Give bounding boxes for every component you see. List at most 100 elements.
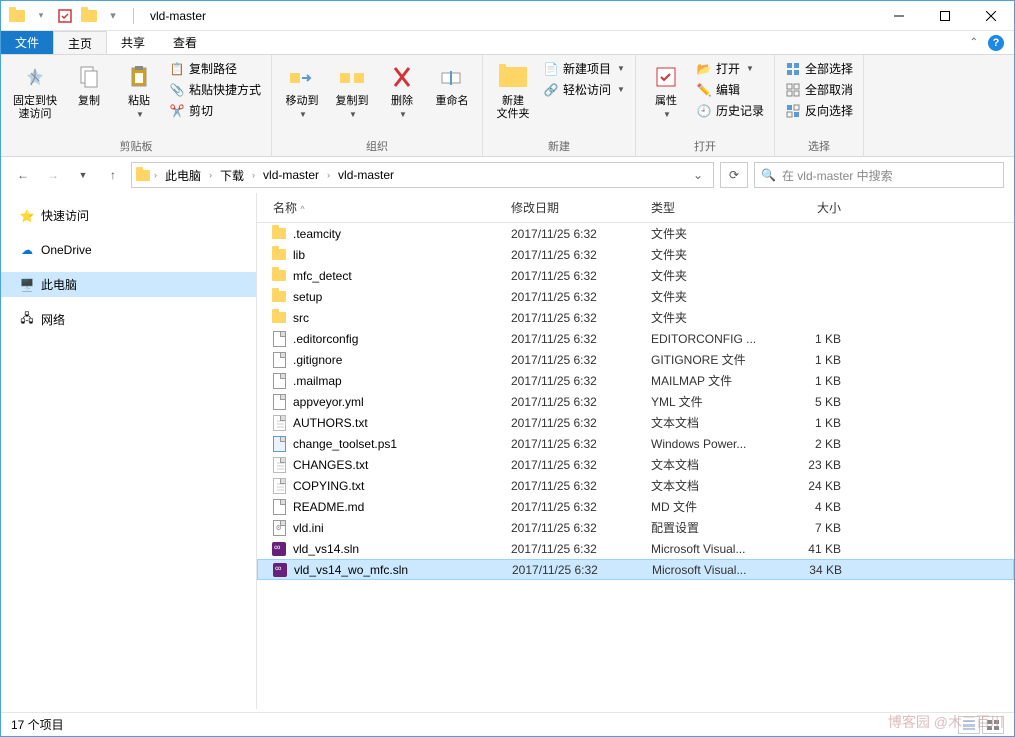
file-row[interactable]: .gitignore2017/11/25 6:32GITIGNORE 文件1 K… — [257, 349, 1014, 370]
file-name: lib — [293, 248, 511, 262]
nav-quick-access[interactable]: ⭐快速访问 — [1, 203, 256, 228]
file-icon — [271, 457, 287, 473]
file-date: 2017/11/25 6:32 — [511, 521, 651, 535]
close-button[interactable] — [968, 1, 1014, 31]
delete-icon — [386, 61, 418, 93]
tab-file[interactable]: 文件 — [1, 31, 53, 54]
col-date[interactable]: 修改日期 — [511, 199, 651, 216]
file-icon — [271, 310, 287, 326]
copy-button[interactable]: 复制 — [67, 59, 111, 110]
cut-button[interactable]: ✂️剪切 — [167, 101, 263, 120]
file-row[interactable]: .teamcity2017/11/25 6:32文件夹 — [257, 223, 1014, 244]
file-row[interactable]: vld_vs14_wo_mfc.sln2017/11/25 6:32Micros… — [257, 559, 1014, 580]
properties-icon[interactable] — [57, 8, 73, 24]
file-row[interactable]: README.md2017/11/25 6:32MD 文件4 KB — [257, 496, 1014, 517]
select-group-label: 选择 — [783, 136, 855, 154]
file-row[interactable]: change_toolset.ps12017/11/25 6:32Windows… — [257, 433, 1014, 454]
file-row[interactable]: src2017/11/25 6:32文件夹 — [257, 307, 1014, 328]
select-all-button[interactable]: 全部选择 — [783, 59, 855, 78]
col-type[interactable]: 类型 — [651, 199, 771, 216]
crumb-0[interactable]: 此电脑 — [161, 167, 205, 184]
file-row[interactable]: lib2017/11/25 6:32文件夹 — [257, 244, 1014, 265]
delete-button[interactable]: 删除▼ — [380, 59, 424, 121]
new-item-button[interactable]: 📄新建项目▼ — [541, 59, 627, 78]
qat-folder-icon[interactable] — [81, 8, 97, 24]
history-button[interactable]: 🕘历史记录 — [694, 101, 766, 120]
tab-share[interactable]: 共享 — [107, 31, 159, 54]
file-type: Microsoft Visual... — [651, 542, 771, 556]
file-date: 2017/11/25 6:32 — [511, 500, 651, 514]
file-name: vld_vs14.sln — [293, 542, 511, 556]
folder-icon — [136, 170, 150, 181]
file-row[interactable]: appveyor.yml2017/11/25 6:32YML 文件5 KB — [257, 391, 1014, 412]
chevron-right-icon[interactable]: › — [152, 170, 159, 180]
crumb-3[interactable]: vld-master — [334, 168, 398, 182]
minimize-button[interactable] — [876, 1, 922, 31]
file-row[interactable]: CHANGES.txt2017/11/25 6:32文本文档23 KB — [257, 454, 1014, 475]
file-icon — [271, 415, 287, 431]
easy-access-button[interactable]: 🔗轻松访问▼ — [541, 80, 627, 99]
maximize-button[interactable] — [922, 1, 968, 31]
collapse-ribbon-icon[interactable]: ⌃ — [970, 37, 978, 48]
details-view-button[interactable] — [958, 716, 980, 734]
pin-button[interactable]: 固定到快 速访问 — [9, 59, 61, 123]
file-size: 23 KB — [771, 458, 861, 472]
crumb-1[interactable]: 下载 — [216, 167, 248, 184]
help-icon[interactable]: ? — [988, 35, 1004, 51]
file-date: 2017/11/25 6:32 — [511, 332, 651, 346]
invert-button[interactable]: 反向选择 — [783, 101, 855, 120]
breadcrumb[interactable]: › 此电脑 › 下载 › vld-master › vld-master ⌄ — [131, 162, 714, 188]
chevron-right-icon[interactable]: › — [207, 170, 214, 180]
back-button[interactable]: ← — [11, 163, 35, 187]
paste-button[interactable]: 粘贴▼ — [117, 59, 161, 121]
file-date: 2017/11/25 6:32 — [511, 248, 651, 262]
nav-this-pc[interactable]: 🖥️此电脑 — [1, 272, 256, 297]
nav-onedrive[interactable]: ☁OneDrive — [1, 238, 256, 262]
select-none-button[interactable]: 全部取消 — [783, 80, 855, 99]
chevron-right-icon[interactable]: › — [250, 170, 257, 180]
pc-icon: 🖥️ — [19, 277, 35, 293]
copy-path-button[interactable]: 📋复制路径 — [167, 59, 263, 78]
forward-button[interactable]: → — [41, 163, 65, 187]
file-row[interactable]: vld_vs14.sln2017/11/25 6:32Microsoft Vis… — [257, 538, 1014, 559]
open-button[interactable]: 📂打开▼ — [694, 59, 766, 78]
file-row[interactable]: mfc_detect2017/11/25 6:32文件夹 — [257, 265, 1014, 286]
qat-more-icon[interactable]: ▾ — [105, 8, 121, 24]
nav-network[interactable]: 🖧网络 — [1, 307, 256, 332]
icons-view-button[interactable] — [982, 716, 1004, 734]
file-list: .teamcity2017/11/25 6:32文件夹lib2017/11/25… — [257, 223, 1014, 709]
ribbon-help: ⌃ ? — [960, 31, 1014, 54]
file-date: 2017/11/25 6:32 — [511, 437, 651, 451]
chevron-right-icon[interactable]: › — [325, 170, 332, 180]
edit-button[interactable]: ✏️编辑 — [694, 80, 766, 99]
file-row[interactable]: .mailmap2017/11/25 6:32MAILMAP 文件1 KB — [257, 370, 1014, 391]
new-folder-button[interactable]: 新建 文件夹 — [491, 59, 535, 123]
file-row[interactable]: AUTHORS.txt2017/11/25 6:32文本文档1 KB — [257, 412, 1014, 433]
file-name: CHANGES.txt — [293, 458, 511, 472]
qat-down-icon[interactable]: ▾ — [33, 8, 49, 24]
refresh-button[interactable]: ⟳ — [720, 162, 748, 188]
quick-access-toolbar: ▾ ▾ vld-master — [1, 8, 214, 24]
file-row[interactable]: setup2017/11/25 6:32文件夹 — [257, 286, 1014, 307]
up-button[interactable]: ↑ — [101, 163, 125, 187]
search-input[interactable]: 🔍 在 vld-master 中搜索 — [754, 162, 1004, 188]
copy-to-button[interactable]: 复制到▼ — [330, 59, 374, 121]
move-to-button[interactable]: 移动到▼ — [280, 59, 324, 121]
address-dropdown-icon[interactable]: ⌄ — [687, 168, 709, 182]
file-type: EDITORCONFIG ... — [651, 332, 771, 346]
file-row[interactable]: ⚙vld.ini2017/11/25 6:32配置设置7 KB — [257, 517, 1014, 538]
crumb-2[interactable]: vld-master — [259, 168, 323, 182]
rename-button[interactable]: 重命名 — [430, 59, 474, 110]
tab-view[interactable]: 查看 — [159, 31, 211, 54]
file-size: 24 KB — [771, 479, 861, 493]
properties-button[interactable]: 属性▼ — [644, 59, 688, 121]
col-name[interactable]: 名称 ^ — [257, 199, 511, 216]
recent-dropdown[interactable]: ▼ — [71, 163, 95, 187]
file-row[interactable]: .editorconfig2017/11/25 6:32EDITORCONFIG… — [257, 328, 1014, 349]
file-row[interactable]: COPYING.txt2017/11/25 6:32文本文档24 KB — [257, 475, 1014, 496]
col-size[interactable]: 大小 — [771, 199, 861, 216]
file-type: GITIGNORE 文件 — [651, 351, 771, 368]
file-type: 文件夹 — [651, 267, 771, 284]
paste-shortcut-button[interactable]: 📎粘贴快捷方式 — [167, 80, 263, 99]
tab-home[interactable]: 主页 — [53, 31, 107, 54]
